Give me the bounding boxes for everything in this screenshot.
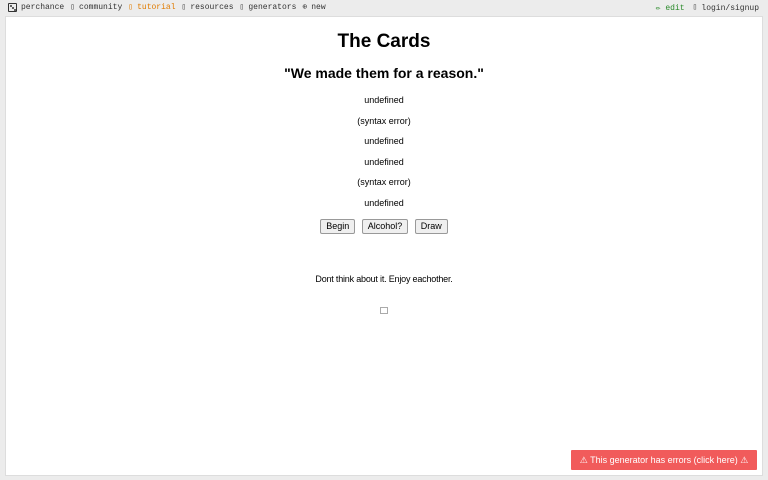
edit-link[interactable]: ✏ edit — [656, 3, 685, 13]
broken-image-placeholder — [380, 307, 388, 314]
draw-button[interactable]: Draw — [414, 219, 448, 234]
nav-generators[interactable]: ▯ generators — [240, 3, 297, 12]
output-line: (syntax error) — [357, 177, 411, 187]
begin-button[interactable]: Begin — [320, 219, 356, 234]
alcohol-button[interactable]: Alcohol? — [361, 219, 409, 234]
list-icon: ▯ — [239, 2, 245, 12]
output-line: undefined — [364, 197, 404, 208]
generator-output-panel: The Cards "We made them for a reason." u… — [5, 16, 763, 476]
nav-left: perchance ▯ community ▯ tutorial ▯ resou… — [8, 3, 332, 12]
button-row: Begin Alcohol? Draw — [6, 216, 762, 234]
nav-perchance[interactable]: perchance — [8, 3, 64, 12]
nav-right: ✏ edit ▯ login/signup — [656, 3, 759, 14]
nav-new-label: new — [311, 3, 326, 12]
page-title: The Cards — [337, 31, 431, 52]
nav-tutorial[interactable]: ▯ tutorial — [128, 3, 175, 12]
die-icon — [8, 3, 17, 12]
nav-community-label: community — [79, 3, 123, 12]
nav-generators-label: generators — [248, 3, 297, 12]
top-navbar: perchance ▯ community ▯ tutorial ▯ resou… — [0, 0, 768, 16]
nav-resources[interactable]: ▯ resources — [182, 3, 234, 12]
plus-circle-icon: ⊕ — [302, 2, 308, 12]
output-lines: undefined (syntax error) undefined undef… — [6, 94, 762, 217]
user-icon: ▯ — [692, 3, 698, 12]
nav-resources-label: resources — [190, 3, 234, 12]
nav-perchance-label: perchance — [21, 3, 65, 12]
output-line: undefined — [364, 156, 404, 167]
output-line: undefined — [364, 136, 404, 146]
book-icon: ▯ — [128, 2, 134, 12]
page-subtitle: "We made them for a reason." — [284, 65, 484, 81]
nav-tutorial-label: tutorial — [137, 3, 176, 12]
nav-new[interactable]: ⊕ new — [302, 3, 325, 12]
output-line: (syntax error) — [357, 115, 411, 126]
tools-icon: ▯ — [181, 2, 187, 12]
error-banner[interactable]: ⚠ This generator has errors (click here)… — [571, 450, 757, 470]
login-signup-link[interactable]: ▯ login/signup — [693, 4, 759, 13]
phone-icon: ▯ — [70, 2, 76, 12]
nav-community[interactable]: ▯ community — [70, 3, 122, 12]
output-line: undefined — [364, 95, 404, 105]
tagline: Dont think about it. Enjoy eachother. — [315, 274, 453, 284]
login-signup-label: login/signup — [701, 3, 759, 13]
